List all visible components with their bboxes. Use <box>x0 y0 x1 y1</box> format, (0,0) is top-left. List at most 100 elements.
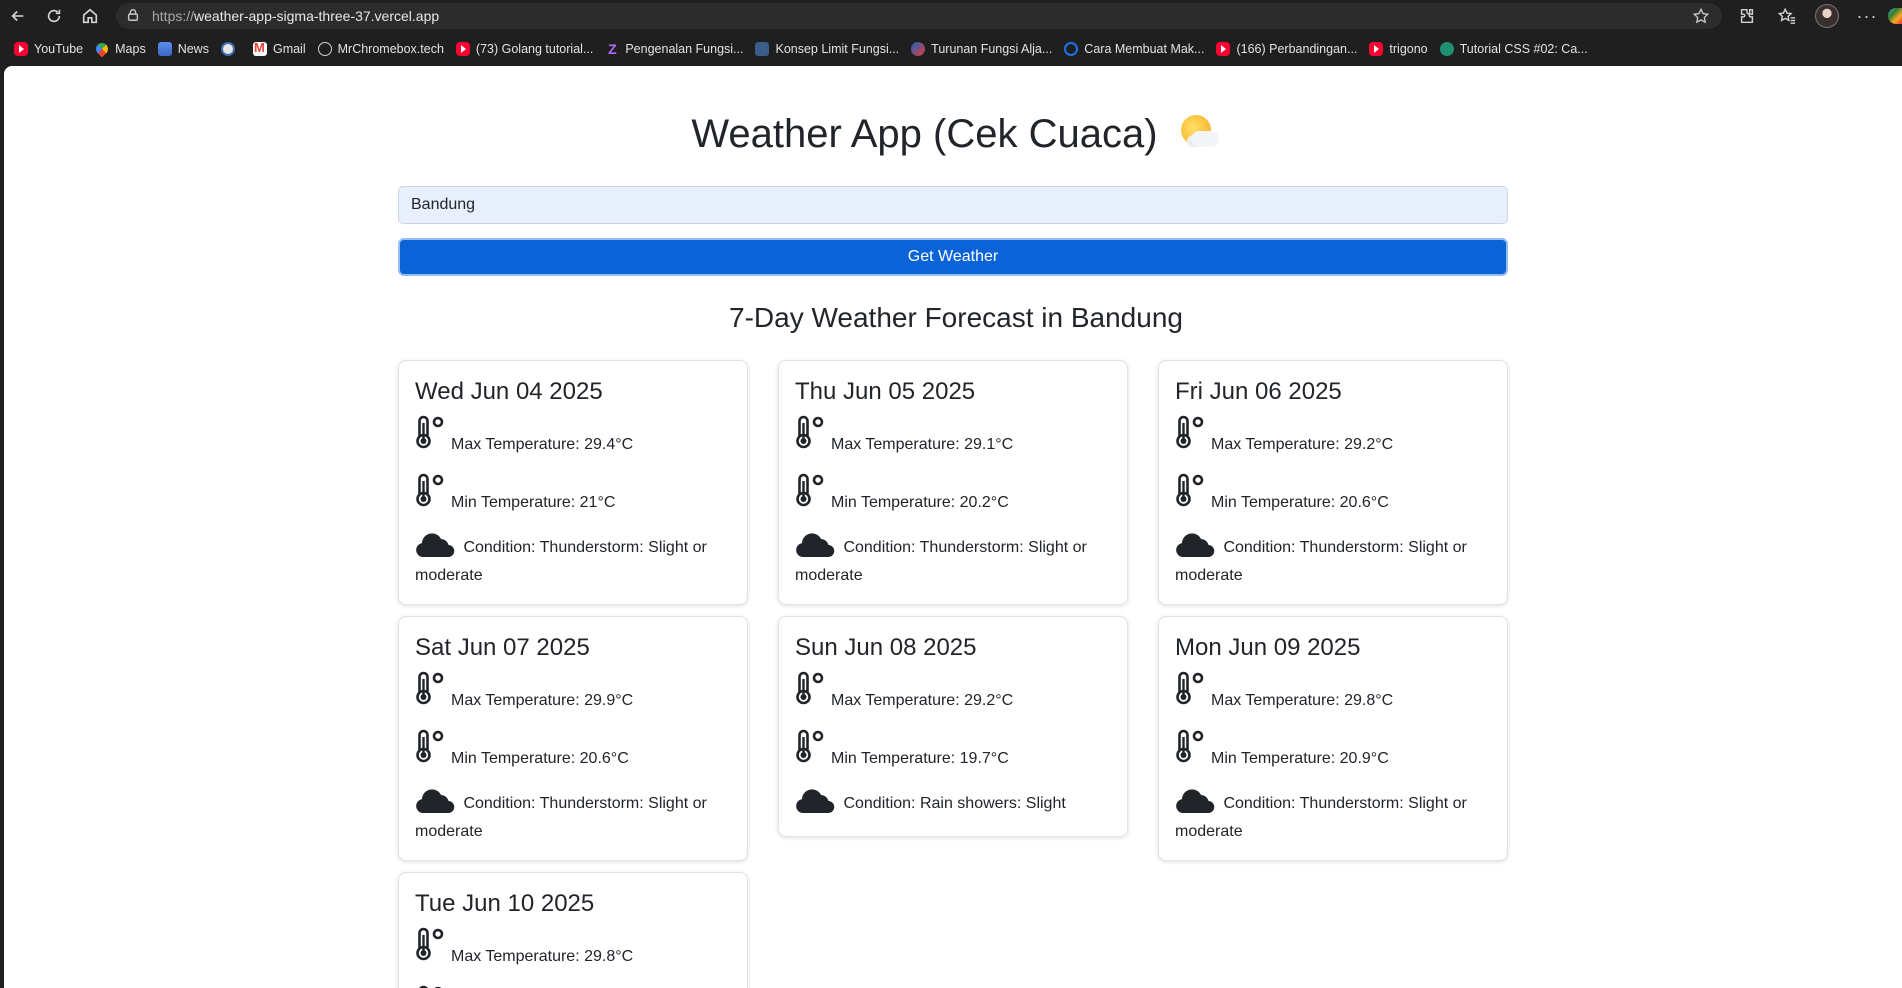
maps-icon <box>93 40 111 58</box>
avatar <box>1815 4 1839 28</box>
weather-condition: Condition: Thunderstorm: Slight or moder… <box>795 539 1087 584</box>
min-temp-row: Min Temperature: 20.6°C <box>415 729 731 771</box>
favorite-star-icon[interactable] <box>1692 7 1710 25</box>
bookmark-label: Tutorial CSS #02: Ca... <box>1459 42 1588 56</box>
youtube-icon <box>1369 42 1384 56</box>
max-temperature: Max Temperature: 29.2°C <box>831 692 1014 709</box>
max-temperature: Max Temperature: 29.1°C <box>831 436 1014 453</box>
bookmark-label: trigono <box>1389 42 1428 56</box>
bookmark-gmail[interactable]: Gmail <box>249 36 314 62</box>
bookmark-label: News <box>177 42 209 56</box>
profile-avatar[interactable] <box>1810 0 1844 32</box>
bookmark-label: Maps <box>115 42 146 56</box>
cloud-icon <box>795 531 835 564</box>
bookmark-mrchromebox[interactable]: MrChromebox.tech <box>314 36 452 62</box>
max-temperature: Max Temperature: 29.8°C <box>1211 692 1394 709</box>
bookmark-perbandingan[interactable]: (166) Perbandingan... <box>1212 36 1365 62</box>
page-title: Weather App (Cek Cuaca) <box>398 112 1514 157</box>
bookmark-label: (166) Perbandingan... <box>1236 42 1358 56</box>
thermometer-icon <box>1175 473 1207 515</box>
forecast-date: Fri Jun 06 2025 <box>1175 378 1342 405</box>
city-input[interactable] <box>398 186 1508 224</box>
sun-behind-cloud-icon <box>1177 113 1221 153</box>
min-temp-row: Min Temperature: 20.2°C <box>795 473 1111 515</box>
bookmark-cara-membuat[interactable]: Cara Membuat Mak... <box>1060 36 1212 62</box>
cloud-icon <box>415 787 455 820</box>
reload-icon[interactable] <box>36 0 72 32</box>
bookmark-pengenalan-fungsi[interactable]: Z Pengenalan Fungsi... <box>601 36 751 62</box>
thermometer-icon <box>415 671 447 713</box>
gmail-icon <box>252 40 267 56</box>
thermometer-icon <box>415 473 447 515</box>
globe-icon <box>317 42 332 56</box>
bookmark-turunan-fungsi[interactable]: Turunan Fungsi Alja... <box>907 36 1060 62</box>
get-weather-button[interactable]: Get Weather <box>398 238 1508 276</box>
back-icon[interactable] <box>0 0 36 32</box>
forecast-card: Fri Jun 06 2025 Max Temperature: 29.2°C … <box>1158 360 1508 605</box>
forecast-card: Mon Jun 09 2025 Max Temperature: 29.8°C … <box>1158 616 1508 861</box>
max-temp-row: Max Temperature: 29.8°C <box>1175 671 1491 713</box>
thermometer-icon <box>1175 415 1207 457</box>
lock-icon[interactable] <box>126 8 142 24</box>
bookmark-golang-tutorial[interactable]: (73) Golang tutorial... <box>452 36 601 62</box>
konsep-icon <box>755 42 770 56</box>
max-temp-row: Max Temperature: 29.1°C <box>795 415 1111 457</box>
address-bar[interactable]: https://weather-app-sigma-three-37.verce… <box>116 3 1722 29</box>
zenius-icon: Z <box>608 41 617 57</box>
news-icon <box>157 42 172 56</box>
min-temperature: Min Temperature: 20.9°C <box>1211 750 1389 767</box>
thermometer-icon <box>795 415 827 457</box>
bookmark-label: Gmail <box>272 42 306 56</box>
home-icon[interactable] <box>72 0 108 32</box>
condition-row: Condition: Thunderstorm: Slight or moder… <box>415 531 731 588</box>
weather-condition: Condition: Thunderstorm: Slight or moder… <box>415 795 707 840</box>
page-viewport: Weather App (Cek Cuaca) Get Weather 7-Da… <box>4 66 1902 988</box>
bookmark-label: YouTube <box>34 42 84 56</box>
forecast-card: Wed Jun 04 2025 Max Temperature: 29.4°C … <box>398 360 748 605</box>
bookmark-konsep-limit[interactable]: Konsep Limit Fungsi... <box>751 36 907 62</box>
weather-condition: Condition: Rain showers: Slight <box>843 795 1066 812</box>
bookmark-label: Cara Membuat Mak... <box>1084 42 1205 56</box>
min-temperature: Min Temperature: 20.2°C <box>831 494 1009 511</box>
thermometer-icon <box>795 473 827 515</box>
page-title-text: Weather App (Cek Cuaca) <box>691 112 1158 156</box>
extensions-icon[interactable] <box>1730 0 1764 32</box>
youtube-icon <box>455 42 470 56</box>
thermometer-icon <box>795 671 827 713</box>
min-temp-row: Min Temperature: 20.6°C <box>1175 473 1491 515</box>
thermometer-icon <box>415 415 447 457</box>
url-text: https://weather-app-sigma-three-37.verce… <box>152 8 440 24</box>
page-scrollbar[interactable] <box>1896 66 1902 988</box>
bookmark-label: Pengenalan Fungsi... <box>625 42 744 56</box>
min-temp-row: Min Temperature: 21°C <box>415 473 731 515</box>
min-temperature: Min Temperature: 20.6°C <box>1211 494 1389 511</box>
cloud-icon <box>1175 787 1215 820</box>
forecast-card: Sun Jun 08 2025 Max Temperature: 29.2°C … <box>778 616 1128 837</box>
copilot-icon[interactable] <box>1888 8 1902 24</box>
weather-condition: Condition: Thunderstorm: Slight or moder… <box>1175 795 1467 840</box>
more-options-icon[interactable]: ··· <box>1850 0 1884 32</box>
thermometer-icon <box>415 927 447 969</box>
condition-row: Condition: Thunderstorm: Slight or moder… <box>1175 787 1491 844</box>
cloud-icon <box>415 531 455 564</box>
min-temperature: Min Temperature: 21°C <box>451 494 616 511</box>
bookmark-maps[interactable]: Maps <box>91 36 154 62</box>
bookmark-tutorial-css[interactable]: Tutorial CSS #02: Ca... <box>1436 36 1596 62</box>
max-temp-row: Max Temperature: 29.4°C <box>415 415 731 457</box>
browser-toolbar: https://weather-app-sigma-three-37.verce… <box>0 0 1902 32</box>
forecast-card: Thu Jun 05 2025 Max Temperature: 29.1°C … <box>778 360 1128 605</box>
youtube-icon <box>14 42 28 56</box>
thermometer-icon <box>1175 729 1207 771</box>
condition-row: Condition: Rain showers: Slight <box>795 787 1111 820</box>
favorites-icon[interactable] <box>1770 0 1804 32</box>
forecast-date: Thu Jun 05 2025 <box>795 378 976 405</box>
bookmark-youtube[interactable]: YouTube <box>10 36 91 62</box>
min-temp-row: Min Temperature: 19.7°C <box>795 729 1111 771</box>
max-temp-row: Max Temperature: 29.2°C <box>795 671 1111 713</box>
bookmark-trigono[interactable]: trigono <box>1365 36 1435 62</box>
bookmark-wordpress[interactable] <box>217 36 249 62</box>
wordpress-icon <box>220 42 235 56</box>
bookmark-news[interactable]: News <box>154 36 217 62</box>
cara-icon <box>1064 42 1079 56</box>
forecast-date: Sun Jun 08 2025 <box>795 634 977 661</box>
